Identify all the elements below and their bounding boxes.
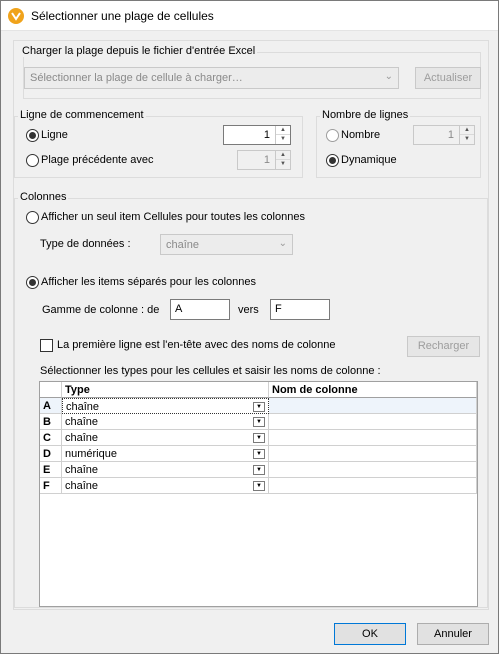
app-icon: [8, 8, 24, 24]
type-select-value: chaîne: [65, 416, 99, 428]
grid-caption: Sélectionner les types pour les cellules…: [40, 365, 381, 377]
spin-down-icon[interactable]: ▼: [460, 135, 474, 144]
range-select-placeholder: Sélectionner la plage de cellule à charg…: [30, 72, 243, 84]
load-range-group-label: Charger la plage depuis le fichier d'ent…: [20, 45, 258, 57]
column-name-input[interactable]: [269, 446, 477, 462]
dropdown-arrow-icon[interactable]: ▼: [253, 481, 265, 491]
grid-header-column-name[interactable]: Nom de colonne: [269, 382, 477, 398]
range-select-dropdown[interactable]: Sélectionner la plage de cellule à charg…: [24, 67, 399, 89]
grid-header-type[interactable]: Type: [62, 382, 269, 398]
grid-header-row: Type Nom de colonne: [40, 382, 477, 398]
ok-button[interactable]: OK: [334, 623, 406, 645]
type-select-value: numérique: [65, 448, 117, 460]
title-bar: Sélectionner une plage de cellules: [1, 1, 498, 31]
previous-range-spinner-value: 1: [263, 154, 270, 166]
line-spinner[interactable]: 1 ▲ ▼: [223, 125, 291, 145]
start-line-group-label: Ligne de commencement: [18, 109, 146, 121]
type-select[interactable]: chaîne ▼: [62, 462, 269, 478]
separate-items-radio-label: Afficher les items séparés pour les colo…: [41, 276, 257, 288]
type-select[interactable]: numérique ▼: [62, 446, 269, 462]
row-count-group-label: Nombre de lignes: [320, 109, 411, 121]
column-name-input[interactable]: [269, 478, 477, 494]
data-type-value: chaîne: [166, 239, 200, 251]
column-range-label: Gamme de colonne : de: [42, 304, 160, 316]
spin-up-icon[interactable]: ▲: [460, 126, 474, 135]
chevron-down-icon: ⌄: [384, 71, 393, 82]
table-row[interactable]: D numérique ▼: [40, 446, 477, 462]
table-row[interactable]: E chaîne ▼: [40, 462, 477, 478]
spin-down-icon[interactable]: ▼: [276, 135, 290, 144]
column-name-input[interactable]: [269, 414, 477, 430]
dropdown-arrow-icon[interactable]: ▼: [253, 402, 265, 412]
dynamic-radio[interactable]: [326, 154, 339, 167]
number-spinner[interactable]: 1 ▲ ▼: [413, 125, 475, 145]
type-select[interactable]: chaîne ▼: [62, 430, 269, 446]
dropdown-arrow-icon[interactable]: ▼: [253, 465, 265, 475]
column-types-grid: Type Nom de colonne A chaîne ▼ B chaîne …: [39, 381, 478, 607]
dialog-window: Sélectionner une plage de cellules Charg…: [0, 0, 499, 654]
previous-range-spinner[interactable]: 1 ▲ ▼: [237, 150, 291, 170]
row-header: C: [40, 430, 62, 446]
column-name-input[interactable]: [269, 430, 477, 446]
data-type-label: Type de données :: [40, 238, 131, 250]
type-select-value: chaîne: [65, 464, 99, 476]
table-row[interactable]: C chaîne ▼: [40, 430, 477, 446]
row-header: A: [40, 398, 62, 414]
table-row[interactable]: B chaîne ▼: [40, 414, 477, 430]
spin-up-icon[interactable]: ▲: [276, 151, 290, 160]
table-row[interactable]: A chaîne ▼: [40, 398, 477, 414]
spin-down-icon[interactable]: ▼: [276, 160, 290, 169]
columns-group-label: Colonnes: [18, 191, 69, 203]
type-select[interactable]: chaîne ▼: [62, 478, 269, 494]
header-row-checkbox[interactable]: [40, 339, 53, 352]
single-item-radio[interactable]: [26, 211, 39, 224]
number-radio[interactable]: [326, 129, 339, 142]
type-select-value: chaîne: [65, 480, 99, 492]
cancel-button[interactable]: Annuler: [417, 623, 489, 645]
column-name-input[interactable]: [269, 398, 477, 414]
type-select-value: chaîne: [65, 432, 99, 444]
line-spinner-value: 1: [263, 129, 270, 141]
range-from-input[interactable]: A: [170, 299, 230, 320]
type-select[interactable]: chaîne ▼: [62, 398, 269, 414]
row-header: E: [40, 462, 62, 478]
column-name-input[interactable]: [269, 462, 477, 478]
number-radio-label: Nombre: [341, 129, 381, 141]
data-type-dropdown[interactable]: chaîne ⌄: [160, 234, 293, 255]
window-title: Sélectionner une plage de cellules: [31, 9, 214, 23]
range-to-input[interactable]: F: [270, 299, 330, 320]
header-row-checkbox-label: La première ligne est l'en-tête avec des…: [57, 339, 336, 351]
type-select-value: chaîne: [66, 401, 100, 413]
row-header: F: [40, 478, 62, 494]
grid-header-corner: [40, 382, 62, 398]
previous-range-radio-label: Plage précédente avec: [41, 154, 154, 166]
refresh-button[interactable]: Actualiser: [415, 67, 481, 89]
separate-items-radio[interactable]: [26, 276, 39, 289]
chevron-down-icon: ⌄: [278, 238, 287, 249]
table-row[interactable]: F chaîne ▼: [40, 478, 477, 494]
line-radio[interactable]: [26, 129, 39, 142]
dropdown-arrow-icon[interactable]: ▼: [253, 433, 265, 443]
type-select[interactable]: chaîne ▼: [62, 414, 269, 430]
single-item-radio-label: Afficher un seul item Cellules pour tout…: [41, 211, 305, 223]
dropdown-arrow-icon[interactable]: ▼: [253, 449, 265, 459]
number-spinner-value: 1: [447, 129, 454, 141]
spin-up-icon[interactable]: ▲: [276, 126, 290, 135]
previous-range-radio[interactable]: [26, 154, 39, 167]
dynamic-radio-label: Dynamique: [341, 154, 397, 166]
range-to-label: vers: [238, 304, 259, 316]
row-header: B: [40, 414, 62, 430]
dropdown-arrow-icon[interactable]: ▼: [253, 417, 265, 427]
row-header: D: [40, 446, 62, 462]
line-radio-label: Ligne: [41, 129, 68, 141]
reload-button[interactable]: Recharger: [407, 336, 480, 357]
